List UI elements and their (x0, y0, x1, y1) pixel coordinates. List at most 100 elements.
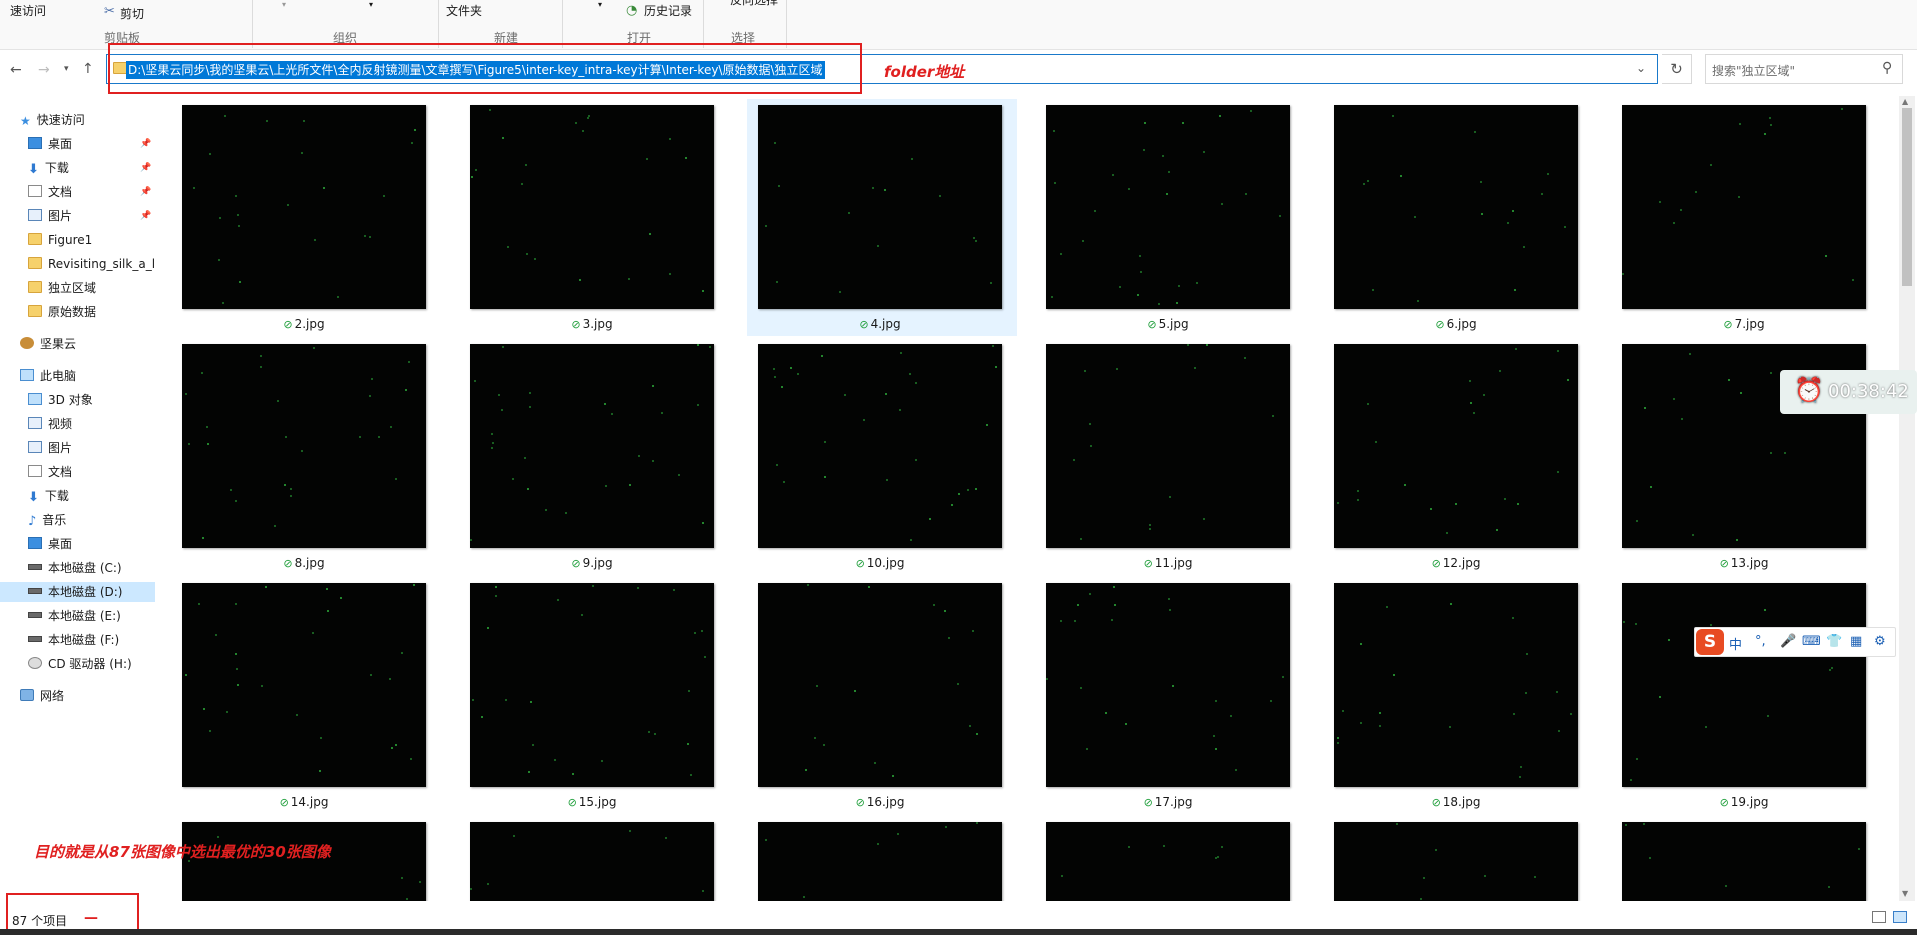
search-icon[interactable]: ⚲ (1882, 60, 1892, 76)
scroll-down-icon[interactable]: ▼ (1902, 889, 1908, 898)
file-name-label[interactable]: ⊘ 14.jpg (182, 795, 426, 809)
speckle (581, 614, 583, 616)
recent-chevron-down-icon[interactable]: ▾ (64, 64, 69, 74)
nav-item-music[interactable]: ♪ 音乐 (28, 510, 66, 530)
apps-grid-icon[interactable]: ▦ (1850, 634, 1862, 649)
file-name-label[interactable]: ⊘ 9.jpg (470, 556, 714, 570)
file-name-label[interactable]: ⊘ 12.jpg (1334, 556, 1578, 570)
file-thumbnail[interactable] (182, 105, 426, 309)
file-thumbnail[interactable] (470, 583, 714, 787)
file-name-label[interactable]: ⊘ 11.jpg (1046, 556, 1290, 570)
nav-network[interactable]: 网络 (20, 686, 64, 706)
skin-shirt-icon[interactable]: 👕 (1826, 634, 1842, 649)
cut-button[interactable]: 剪切 (120, 5, 144, 22)
nav-item-cd-drive[interactable]: CD 驱动器 (H:) (28, 654, 132, 674)
nav-item-downloads-pc[interactable]: ⬇ 下载 (28, 486, 69, 506)
nav-item-drive-c[interactable]: 本地磁盘 (C:) (28, 558, 122, 578)
nav-item-drive-d[interactable]: 本地磁盘 (D:) (0, 582, 155, 602)
file-thumbnail-partial[interactable] (182, 822, 426, 909)
speckle (419, 881, 421, 883)
file-thumbnail[interactable] (182, 583, 426, 787)
file-thumbnail-partial[interactable] (1622, 822, 1866, 909)
file-name-label[interactable]: ⊘ 7.jpg (1622, 317, 1866, 331)
nav-item-documents-pc[interactable]: 文档 (28, 462, 72, 482)
scroll-up-icon[interactable]: ▲ (1902, 97, 1908, 106)
file-thumbnail[interactable] (1622, 583, 1866, 787)
ribbon-dropdown-icon[interactable]: ▾ (282, 0, 286, 9)
nav-item-figure1[interactable]: Figure1 (28, 230, 92, 250)
new-folder-button[interactable]: 文件夹 (446, 2, 482, 19)
nav-item-raw-data[interactable]: 原始数据 (28, 302, 96, 322)
file-thumbnail[interactable] (1622, 105, 1866, 309)
file-name-label[interactable]: ⊘ 2.jpg (182, 317, 426, 331)
nav-this-pc[interactable]: 此电脑 (20, 366, 76, 386)
file-name-label[interactable]: ⊘ 15.jpg (470, 795, 714, 809)
sogou-logo-icon[interactable]: S (1696, 629, 1724, 655)
ribbon-dropdown-icon-2[interactable]: ▾ (369, 0, 373, 9)
file-thumbnail[interactable] (758, 583, 1002, 787)
ime-punct-toggle[interactable]: °, (1755, 634, 1766, 649)
nav-item-drive-e[interactable]: 本地磁盘 (E:) (28, 606, 121, 626)
speckle (1828, 886, 1830, 888)
scrollbar-thumb[interactable] (1902, 108, 1912, 286)
nav-jianguoyun[interactable]: 坚果云 (20, 334, 76, 354)
back-arrow-icon[interactable]: ← (10, 62, 22, 78)
file-name-label[interactable]: ⊘ 17.jpg (1046, 795, 1290, 809)
file-name-label[interactable]: ⊘ 13.jpg (1622, 556, 1866, 570)
nav-item-drive-f[interactable]: 本地磁盘 (F:) (28, 630, 119, 650)
cut-icon[interactable]: ✂ (104, 4, 115, 19)
nav-item-pictures[interactable]: 图片 (28, 206, 72, 226)
nav-item-documents[interactable]: 文档 (28, 182, 72, 202)
file-thumbnail-partial[interactable] (758, 822, 1002, 909)
nav-quick-access[interactable]: ★ 快速访问 (20, 110, 85, 130)
file-thumbnail-partial[interactable] (470, 822, 714, 909)
file-name-label[interactable]: ⊘ 16.jpg (758, 795, 1002, 809)
file-name-label[interactable]: ⊘ 10.jpg (758, 556, 1002, 570)
reverse-select-button[interactable]: 反向选择 (730, 0, 778, 8)
ime-lang-toggle[interactable]: 中 (1729, 634, 1742, 653)
nav-item-videos[interactable]: 视频 (28, 414, 72, 434)
file-name-label[interactable]: ⊘ 8.jpg (182, 556, 426, 570)
nav-item-pictures-pc[interactable]: 图片 (28, 438, 72, 458)
details-view-icon[interactable] (1872, 911, 1886, 923)
file-name-label[interactable]: ⊘ 5.jpg (1046, 317, 1290, 331)
file-thumbnail[interactable] (470, 344, 714, 548)
nav-item-downloads[interactable]: ⬇ 下载 (28, 158, 69, 178)
speckle (868, 586, 870, 588)
file-name-label[interactable]: ⊘ 6.jpg (1334, 317, 1578, 331)
history-button[interactable]: 历史记录 (644, 2, 692, 19)
history-icon[interactable]: ◔ (626, 3, 637, 18)
file-thumbnail[interactable] (1334, 344, 1578, 548)
quick-access-ribbon-label[interactable]: 速访问 (10, 2, 46, 19)
nav-item-desktop-pc[interactable]: 桌面 (28, 534, 72, 554)
file-thumbnail[interactable] (1334, 105, 1578, 309)
forward-arrow-icon[interactable]: → (38, 62, 50, 78)
file-name-label[interactable]: ⊘ 3.jpg (470, 317, 714, 331)
file-thumbnail[interactable] (1334, 583, 1578, 787)
file-thumbnail[interactable] (1046, 344, 1290, 548)
large-icons-view-icon[interactable] (1893, 911, 1907, 923)
nav-item-revisiting[interactable]: Revisiting_silk_a_le (28, 254, 154, 274)
speckle (364, 235, 366, 237)
up-arrow-icon[interactable]: ↑ (82, 61, 94, 77)
nav-item-independent-region[interactable]: 独立区域 (28, 278, 96, 298)
file-thumbnail[interactable] (758, 105, 1002, 309)
file-name-label[interactable]: ⊘ 18.jpg (1334, 795, 1578, 809)
file-thumbnail[interactable] (470, 105, 714, 309)
settings-gear-icon[interactable]: ⚙ (1874, 634, 1886, 649)
microphone-icon[interactable]: 🎤 (1780, 634, 1796, 649)
refresh-icon[interactable]: ↻ (1662, 54, 1692, 84)
open-dropdown-icon[interactable]: ▾ (598, 0, 602, 9)
file-thumbnail[interactable] (758, 344, 1002, 548)
file-thumbnail[interactable] (182, 344, 426, 548)
nav-item-3d-objects[interactable]: 3D 对象 (28, 390, 93, 410)
file-name-label[interactable]: ⊘ 4.jpg (758, 317, 1002, 331)
file-thumbnail[interactable] (1046, 583, 1290, 787)
file-thumbnail-partial[interactable] (1046, 822, 1290, 909)
file-thumbnail[interactable] (1046, 105, 1290, 309)
file-name-label[interactable]: ⊘ 19.jpg (1622, 795, 1866, 809)
file-thumbnail-partial[interactable] (1334, 822, 1578, 909)
keyboard-icon[interactable]: ⌨ (1802, 634, 1821, 649)
nav-item-desktop[interactable]: 桌面 (28, 134, 72, 154)
address-dropdown-chevron-icon[interactable]: ⌄ (1636, 61, 1646, 75)
